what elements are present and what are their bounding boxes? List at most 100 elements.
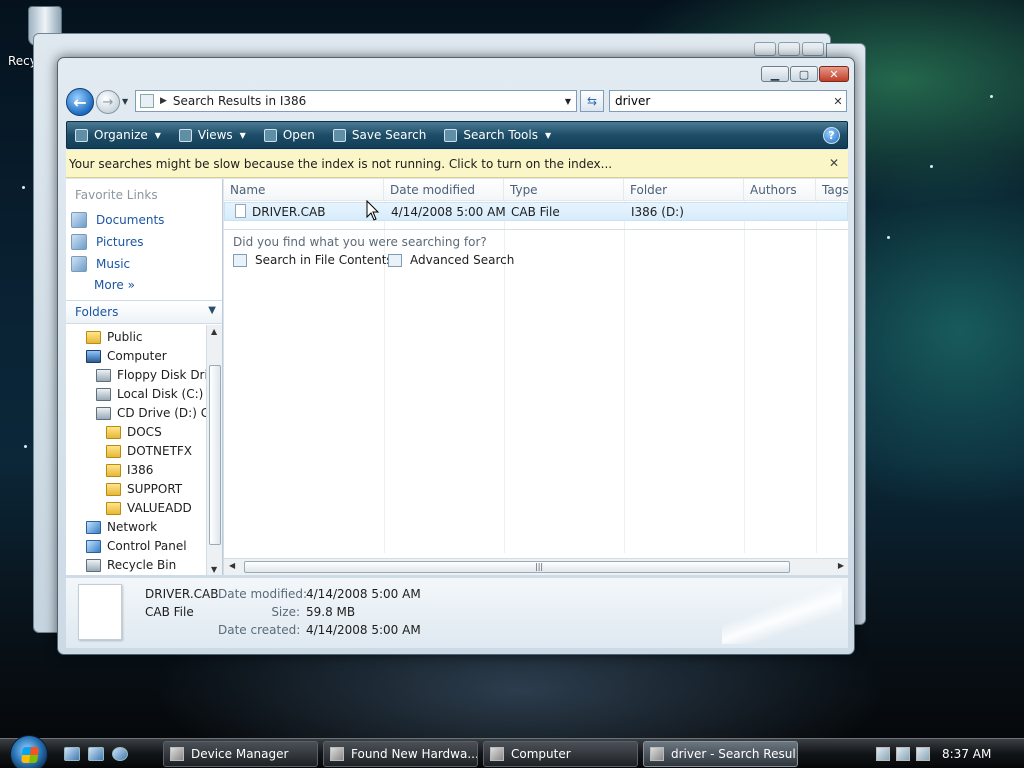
organize-label: Organize bbox=[94, 128, 148, 142]
file-name: DRIVER.CAB bbox=[252, 205, 326, 219]
navigation-pane: Favorite Links Documents Pictures Music … bbox=[66, 179, 223, 575]
computer-icon bbox=[86, 349, 101, 363]
tree-item-valueadd[interactable]: VALUEADD bbox=[106, 501, 192, 515]
scroll-down-icon[interactable]: ▼ bbox=[211, 565, 217, 574]
help-button[interactable]: ? bbox=[823, 127, 840, 144]
volume-muted-icon[interactable] bbox=[916, 747, 930, 761]
search-box[interactable]: ✕ bbox=[609, 90, 847, 112]
tree-item-local-disk[interactable]: Local Disk (C:) bbox=[96, 387, 203, 401]
tree-item-label: VALUEADD bbox=[127, 501, 192, 515]
search-input[interactable] bbox=[615, 94, 830, 108]
minimize-button[interactable]: ▁ bbox=[761, 66, 789, 82]
column-header-folder[interactable]: Folder bbox=[624, 179, 744, 201]
index-info-bar[interactable]: Your searches might be slow because the … bbox=[66, 150, 848, 178]
network-icon bbox=[86, 520, 101, 534]
tree-item-floppy-disk-drive[interactable]: Floppy Disk Drive bbox=[96, 368, 222, 382]
advanced-search-icon bbox=[388, 253, 402, 267]
column-header-tags[interactable]: Tags bbox=[816, 179, 848, 201]
search-tools-button[interactable]: Search Tools ▼ bbox=[444, 128, 551, 142]
views-label: Views bbox=[197, 128, 233, 142]
tree-item-support[interactable]: SUPPORT bbox=[106, 482, 182, 496]
pictures-icon bbox=[71, 234, 87, 250]
column-header-name[interactable]: Name bbox=[224, 179, 384, 201]
column-divider bbox=[744, 201, 745, 553]
address-dropdown-icon[interactable]: ▼ bbox=[560, 97, 576, 106]
favorite-link-documents[interactable]: Documents bbox=[71, 212, 164, 228]
column-header-authors[interactable]: Authors bbox=[744, 179, 816, 201]
save-search-button[interactable]: Save Search bbox=[332, 128, 426, 142]
safely-remove-hardware-icon[interactable] bbox=[876, 747, 890, 761]
music-icon bbox=[71, 256, 87, 272]
network-status-icon[interactable] bbox=[896, 747, 910, 761]
column-header-type[interactable]: Type bbox=[504, 179, 624, 201]
close-button[interactable]: ✕ bbox=[819, 66, 849, 82]
internet-explorer-icon[interactable] bbox=[112, 747, 128, 761]
tree-item-computer[interactable]: Computer bbox=[86, 349, 167, 363]
tree-item-docs[interactable]: DOCS bbox=[106, 425, 162, 439]
taskbar-button-found-new-hardware[interactable]: Found New Hardwa... bbox=[323, 741, 478, 767]
folders-header[interactable]: Folders ▼ bbox=[66, 300, 222, 324]
mouse-cursor-icon bbox=[366, 200, 380, 221]
show-desktop-icon[interactable] bbox=[64, 747, 80, 761]
organize-button[interactable]: Organize ▼ bbox=[75, 128, 161, 142]
details-date-modified-label: Date modified: bbox=[218, 587, 308, 601]
tree-item-recycle-bin[interactable]: Recycle Bin bbox=[86, 558, 176, 572]
start-button[interactable] bbox=[10, 735, 48, 768]
info-bar-close-icon[interactable]: ✕ bbox=[829, 156, 839, 170]
scroll-left-icon[interactable]: ◀ bbox=[229, 561, 235, 570]
address-path[interactable]: Search Results in I386 bbox=[173, 94, 560, 108]
tree-item-label: SUPPORT bbox=[127, 482, 183, 496]
taskbar-button-computer[interactable]: Computer bbox=[483, 741, 638, 767]
file-list-horizontal-scrollbar[interactable]: ◀ ||| ▶ bbox=[224, 558, 848, 575]
views-button[interactable]: Views ▼ bbox=[178, 128, 246, 142]
forward-button[interactable]: → bbox=[96, 90, 120, 114]
clear-search-icon[interactable]: ✕ bbox=[830, 95, 846, 108]
maximize-button[interactable]: ▢ bbox=[790, 66, 818, 82]
advanced-search-label: Advanced Search bbox=[410, 253, 515, 267]
search-in-file-contents-link[interactable]: Search in File Contents bbox=[233, 253, 393, 267]
taskbar-button-device-manager[interactable]: Device Manager bbox=[163, 741, 318, 767]
column-divider bbox=[624, 201, 625, 553]
tree-item-public[interactable]: Public bbox=[86, 330, 143, 344]
windows-logo-icon bbox=[21, 747, 39, 763]
switch-windows-icon[interactable] bbox=[88, 747, 104, 761]
scroll-up-icon[interactable]: ▲ bbox=[211, 327, 217, 336]
star bbox=[930, 165, 933, 168]
tree-item-cd-drive[interactable]: CD Drive (D:) GR bbox=[96, 406, 218, 420]
recent-pages-dropdown[interactable]: ▼ bbox=[122, 97, 128, 106]
clock[interactable]: 8:37 AM bbox=[942, 747, 991, 761]
open-button[interactable]: Open bbox=[263, 128, 315, 142]
file-row[interactable]: DRIVER.CAB 4/14/2008 5:00 AM CAB File I3… bbox=[224, 202, 848, 221]
device-manager-icon bbox=[170, 747, 184, 761]
folders-title: Folders bbox=[75, 305, 119, 319]
breadcrumb-arrow-icon[interactable]: ▶ bbox=[160, 96, 167, 106]
tree-item-dotnetfx[interactable]: DOTNETFX bbox=[106, 444, 192, 458]
tree-item-network[interactable]: Network bbox=[86, 520, 157, 534]
scroll-right-icon[interactable]: ▶ bbox=[838, 561, 844, 570]
details-pane: DRIVER.CAB CAB File Date modified: 4/14/… bbox=[66, 578, 848, 648]
folder-icon bbox=[106, 463, 121, 477]
column-header-date-modified[interactable]: Date modified bbox=[384, 179, 504, 201]
taskbar-button-search-results[interactable]: driver - Search Resul... bbox=[643, 741, 798, 767]
favorite-link-music[interactable]: Music bbox=[71, 256, 130, 272]
tree-item-i386[interactable]: I386 bbox=[106, 463, 153, 477]
search-tools-icon bbox=[444, 128, 458, 142]
file-icon bbox=[235, 204, 246, 218]
back-button[interactable]: ← bbox=[66, 88, 94, 116]
folders-vertical-scrollbar[interactable]: ▲ ▼ bbox=[206, 325, 222, 575]
address-bar[interactable]: ▶ Search Results in I386 ▼ bbox=[135, 90, 577, 112]
scrollbar-thumb[interactable] bbox=[209, 365, 221, 545]
open-label: Open bbox=[282, 128, 315, 142]
info-bar-message[interactable]: Your searches might be slow because the … bbox=[69, 157, 612, 171]
folder-icon bbox=[106, 482, 121, 496]
folder-icon bbox=[106, 444, 121, 458]
more-links[interactable]: More » bbox=[94, 278, 135, 292]
refresh-button[interactable]: ⇆ bbox=[580, 90, 604, 112]
advanced-search-link[interactable]: Advanced Search bbox=[388, 253, 514, 267]
chevron-down-icon: ▼ bbox=[239, 130, 246, 140]
tree-item-control-panel[interactable]: Control Panel bbox=[86, 539, 187, 553]
scrollbar-thumb[interactable]: ||| bbox=[244, 561, 790, 573]
chevron-down-icon: ▼ bbox=[208, 305, 216, 316]
favorite-link-pictures[interactable]: Pictures bbox=[71, 234, 144, 250]
recycle-bin-icon bbox=[86, 558, 101, 572]
